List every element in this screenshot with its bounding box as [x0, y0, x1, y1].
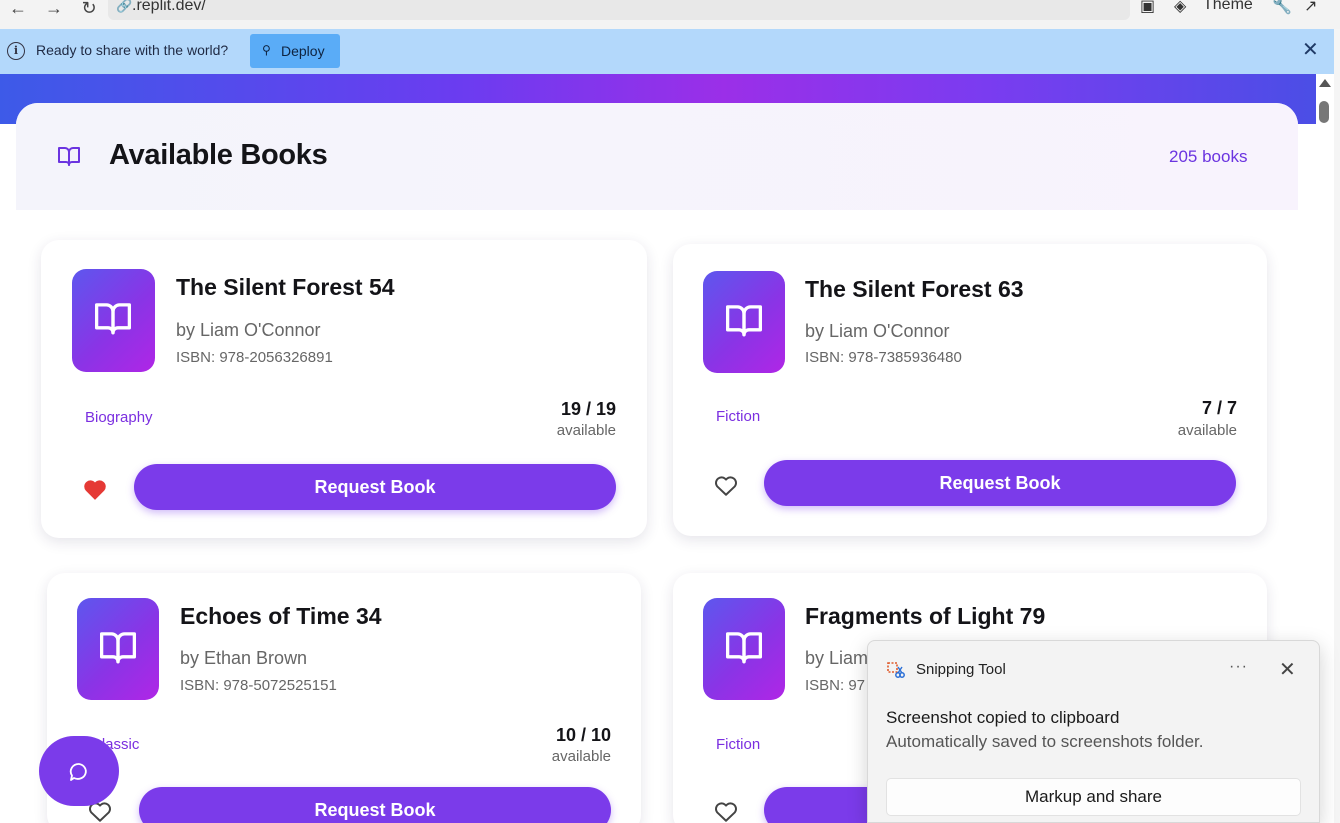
- url-text: .replit.dev/: [132, 0, 206, 14]
- markup-and-share-button[interactable]: Markup and share: [886, 778, 1301, 816]
- availability-label: available: [556, 422, 616, 439]
- address-bar[interactable]: 🔗 .replit.dev/: [108, 0, 1130, 20]
- book-genre: Fiction: [716, 736, 761, 753]
- snipping-tool-notification: Snipping Tool ··· ✕ Screenshot copied to…: [867, 640, 1320, 823]
- close-notification-icon[interactable]: ✕: [1279, 657, 1296, 682]
- page-title: Available Books: [109, 139, 328, 171]
- info-icon: i: [7, 42, 25, 60]
- deploy-banner: i Ready to share with the world? ⚲ Deplo…: [0, 29, 1334, 74]
- request-book-button[interactable]: Request Book: [764, 460, 1236, 506]
- availability-label: available: [1177, 422, 1237, 439]
- book-availability: 7 / 7: [1201, 398, 1237, 418]
- heart-outline-icon[interactable]: [713, 473, 739, 497]
- book-title: The Silent Forest 63: [805, 276, 1024, 302]
- snipping-tool-icon: [887, 662, 905, 678]
- book-title: Fragments of Light 79: [805, 603, 1046, 629]
- book-availability: 10 / 10: [555, 725, 611, 745]
- book-author: by Ethan Brown: [180, 648, 308, 668]
- chat-button[interactable]: [39, 736, 119, 806]
- book-card: The Silent Forest 63 by Liam O'Connor IS…: [673, 244, 1267, 536]
- book-isbn: ISBN: 978-5072525151: [180, 677, 337, 694]
- book-isbn: ISBN: 97: [805, 677, 866, 694]
- book-cover: [77, 598, 159, 700]
- book-card: Echoes of Time 34 by Ethan Brown ISBN: 9…: [47, 573, 641, 823]
- book-cover: [703, 598, 785, 700]
- book-author: by Liam: [805, 648, 869, 668]
- availability-label: available: [551, 748, 611, 765]
- panel-header: Available Books 205 books: [16, 103, 1298, 210]
- request-book-button[interactable]: Request Book: [139, 787, 611, 823]
- book-cover: [703, 271, 785, 373]
- book-open-icon: [726, 632, 762, 664]
- notification-sub-message: Automatically saved to screenshots folde…: [886, 732, 1204, 751]
- open-external-icon[interactable]: ↗: [1304, 0, 1317, 16]
- book-open-icon: [726, 305, 762, 337]
- scroll-up-icon[interactable]: [1319, 79, 1331, 87]
- book-count: 205 books: [1169, 147, 1248, 166]
- wrench-icon[interactable]: 🔧: [1272, 0, 1292, 16]
- book-title: Echoes of Time 34: [180, 603, 382, 629]
- snipping-tool-title: Snipping Tool: [916, 661, 1006, 678]
- palette-icon[interactable]: ◈: [1174, 0, 1186, 16]
- book-title: The Silent Forest 54: [176, 274, 395, 300]
- book-genre: Biography: [85, 409, 153, 426]
- book-open-icon: [99, 632, 136, 664]
- window-edge: [1334, 29, 1340, 823]
- close-banner-icon[interactable]: ✕: [1302, 40, 1319, 60]
- back-icon[interactable]: ←: [6, 0, 30, 20]
- book-author: by Liam O'Connor: [805, 321, 950, 341]
- request-book-button[interactable]: Request Book: [134, 464, 616, 510]
- book-card: The Silent Forest 54 by Liam O'Connor IS…: [41, 240, 647, 538]
- reload-icon[interactable]: ↻: [77, 0, 101, 20]
- scroll-thumb[interactable]: [1319, 101, 1329, 123]
- book-open-icon: [94, 303, 131, 335]
- heart-outline-icon[interactable]: [713, 799, 739, 823]
- notification-message: Screenshot copied to clipboard: [886, 708, 1120, 727]
- book-cover: [72, 269, 155, 372]
- forward-icon[interactable]: →: [42, 0, 66, 20]
- book-author: by Liam O'Connor: [176, 320, 321, 340]
- deploy-icon: ⚲: [262, 43, 271, 57]
- more-options-icon[interactable]: ···: [1229, 658, 1248, 676]
- link-icon: 🔗: [116, 0, 133, 13]
- devices-icon[interactable]: ▣: [1140, 0, 1155, 16]
- heart-filled-icon[interactable]: [82, 477, 108, 501]
- chat-bubble-icon: [69, 763, 87, 781]
- book-genre: Fiction: [716, 408, 761, 425]
- book-isbn: ISBN: 978-7385936480: [805, 349, 962, 366]
- book-isbn: ISBN: 978-2056326891: [176, 349, 333, 366]
- deploy-label: Deploy: [281, 43, 325, 59]
- banner-message: Ready to share with the world?: [36, 42, 229, 58]
- theme-button[interactable]: Theme: [1203, 0, 1253, 14]
- browser-toolbar: ← → ↻ 🔗 .replit.dev/ ▣ ◈ Theme 🔧 ↗: [0, 0, 1340, 29]
- book-open-icon: [58, 147, 80, 166]
- deploy-button[interactable]: ⚲ Deploy: [250, 34, 340, 68]
- book-availability: 19 / 19: [560, 399, 616, 419]
